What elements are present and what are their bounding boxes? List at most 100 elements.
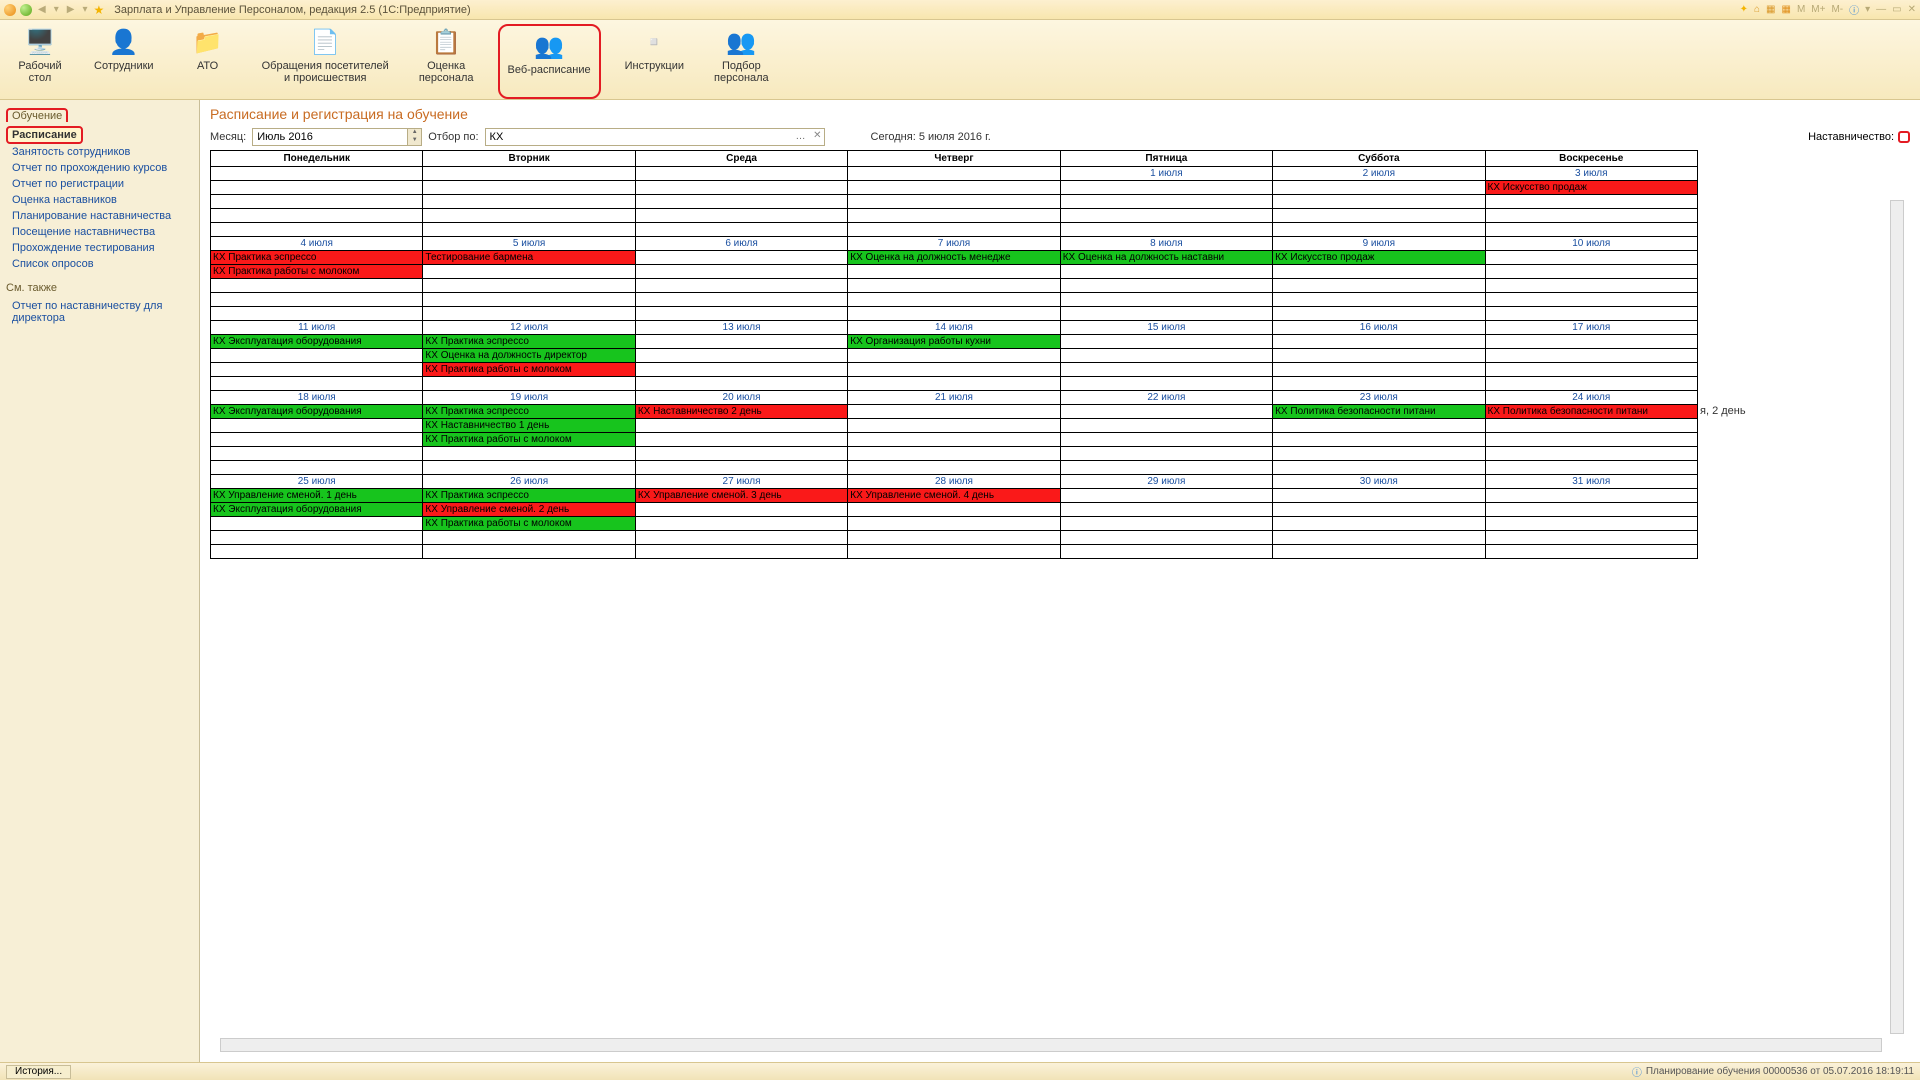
empty-cell[interactable]	[1485, 377, 1697, 391]
event-cell[interactable]: КХ Искусство продаж	[1273, 251, 1485, 265]
empty-cell[interactable]	[1060, 447, 1272, 461]
m-minus[interactable]: M-	[1831, 4, 1843, 15]
empty-cell[interactable]	[635, 209, 847, 223]
empty-cell[interactable]	[423, 293, 635, 307]
mentoring-checkbox[interactable]	[1898, 131, 1910, 143]
date-cell[interactable]: 16 июля	[1273, 321, 1485, 335]
event-cell[interactable]: КХ Оценка на должность директор	[423, 349, 635, 363]
event-cell[interactable]: Тестирование бармена	[423, 251, 635, 265]
empty-cell[interactable]	[1273, 349, 1485, 363]
empty-cell[interactable]	[848, 209, 1060, 223]
event-cell[interactable]: КХ Наставничество 2 день	[635, 405, 847, 419]
event-cell[interactable]: КХ Организация работы кухни	[848, 335, 1060, 349]
empty-cell[interactable]	[211, 517, 423, 531]
toolbar-websched[interactable]: 👥Веб-расписание	[498, 24, 601, 99]
empty-cell[interactable]	[211, 307, 423, 321]
empty-cell[interactable]	[1060, 517, 1272, 531]
empty-cell[interactable]	[423, 461, 635, 475]
empty-cell[interactable]	[1060, 335, 1272, 349]
empty-cell[interactable]	[848, 363, 1060, 377]
empty-cell[interactable]	[211, 209, 423, 223]
empty-cell[interactable]	[211, 447, 423, 461]
empty-cell[interactable]	[1485, 517, 1697, 531]
empty-cell[interactable]	[1060, 461, 1272, 475]
sidebar-link[interactable]: Расписание	[6, 126, 83, 144]
event-cell[interactable]: КХ Эксплуатация оборудования	[211, 335, 423, 349]
empty-cell[interactable]	[1060, 209, 1272, 223]
empty-cell[interactable]	[635, 251, 847, 265]
empty-cell[interactable]	[848, 195, 1060, 209]
empty-cell[interactable]	[1273, 517, 1485, 531]
date-cell[interactable]: 7 июля	[848, 237, 1060, 251]
empty-cell[interactable]	[1273, 447, 1485, 461]
event-cell[interactable]: КХ Практика работы с молоком	[211, 265, 423, 279]
date-cell[interactable]: 10 июля	[1485, 237, 1697, 251]
empty-cell[interactable]	[635, 307, 847, 321]
empty-cell[interactable]	[211, 461, 423, 475]
date-cell[interactable]	[211, 167, 423, 181]
empty-cell[interactable]	[211, 377, 423, 391]
back-icon[interactable]: ◀	[36, 4, 48, 15]
event-cell[interactable]: КХ Управление сменой. 4 день	[848, 489, 1060, 503]
empty-cell[interactable]	[848, 349, 1060, 363]
empty-cell[interactable]	[211, 531, 423, 545]
sidebar-link[interactable]: Список опросов	[6, 256, 193, 272]
toolbar-desktop[interactable]: 🖥️Рабочийстол	[10, 24, 70, 99]
date-cell[interactable]: 5 июля	[423, 237, 635, 251]
empty-cell[interactable]	[1273, 545, 1485, 559]
sidebar-link[interactable]: Отчет по наставничеству для директора	[6, 298, 193, 326]
date-cell[interactable]: 18 июля	[211, 391, 423, 405]
empty-cell[interactable]	[635, 223, 847, 237]
empty-cell[interactable]	[635, 461, 847, 475]
date-cell[interactable]: 14 июля	[848, 321, 1060, 335]
history-button[interactable]: История...	[6, 1065, 71, 1079]
date-cell[interactable]	[848, 167, 1060, 181]
sidebar-link[interactable]: Прохождение тестирования	[6, 240, 193, 256]
date-cell[interactable]: 26 июля	[423, 475, 635, 489]
empty-cell[interactable]	[1273, 335, 1485, 349]
empty-cell[interactable]	[1485, 307, 1697, 321]
empty-cell[interactable]	[635, 181, 847, 195]
empty-cell[interactable]	[635, 433, 847, 447]
empty-cell[interactable]	[1485, 279, 1697, 293]
empty-cell[interactable]	[1485, 293, 1697, 307]
home-icon[interactable]: ⌂	[1754, 4, 1760, 15]
event-cell[interactable]: КХ Эксплуатация оборудования	[211, 503, 423, 517]
empty-cell[interactable]	[1273, 307, 1485, 321]
empty-cell[interactable]	[635, 335, 847, 349]
date-cell[interactable]: 12 июля	[423, 321, 635, 335]
empty-cell[interactable]	[635, 377, 847, 391]
empty-cell[interactable]	[635, 419, 847, 433]
empty-cell[interactable]	[848, 517, 1060, 531]
date-cell[interactable]: 24 июля	[1485, 391, 1697, 405]
event-cell[interactable]: КХ Практика работы с молоком	[423, 433, 635, 447]
toolbar-ato[interactable]: 📁АТО	[178, 24, 238, 99]
empty-cell[interactable]	[848, 461, 1060, 475]
empty-cell[interactable]	[211, 433, 423, 447]
empty-cell[interactable]	[1273, 503, 1485, 517]
sidebar-link[interactable]: Занятость сотрудников	[6, 144, 193, 160]
event-cell[interactable]: КХ Практика эспрессо	[423, 489, 635, 503]
info-icon[interactable]: ⓘ	[1849, 2, 1859, 17]
spin-up-icon[interactable]: ▲	[408, 129, 421, 137]
empty-cell[interactable]	[635, 265, 847, 279]
event-cell[interactable]: КХ Оценка на должность наставни	[1060, 251, 1272, 265]
empty-cell[interactable]	[1273, 419, 1485, 433]
event-cell[interactable]: КХ Политика безопасности питани	[1273, 405, 1485, 419]
empty-cell[interactable]	[1273, 531, 1485, 545]
empty-cell[interactable]	[1273, 195, 1485, 209]
empty-cell[interactable]	[1060, 489, 1272, 503]
empty-cell[interactable]	[848, 433, 1060, 447]
date-cell[interactable]: 9 июля	[1273, 237, 1485, 251]
date-cell[interactable]: 27 июля	[635, 475, 847, 489]
empty-cell[interactable]	[1485, 503, 1697, 517]
sidebar-link[interactable]: Отчет по регистрации	[6, 176, 193, 192]
maximize-icon[interactable]: ▭	[1892, 4, 1901, 15]
empty-cell[interactable]	[1273, 461, 1485, 475]
event-cell[interactable]: КХ Практика эспрессо	[211, 251, 423, 265]
favorite-icon[interactable]: ★	[93, 3, 104, 17]
info-dd-icon[interactable]: ▾	[1865, 4, 1870, 15]
empty-cell[interactable]	[211, 279, 423, 293]
empty-cell[interactable]	[848, 181, 1060, 195]
empty-cell[interactable]	[848, 503, 1060, 517]
